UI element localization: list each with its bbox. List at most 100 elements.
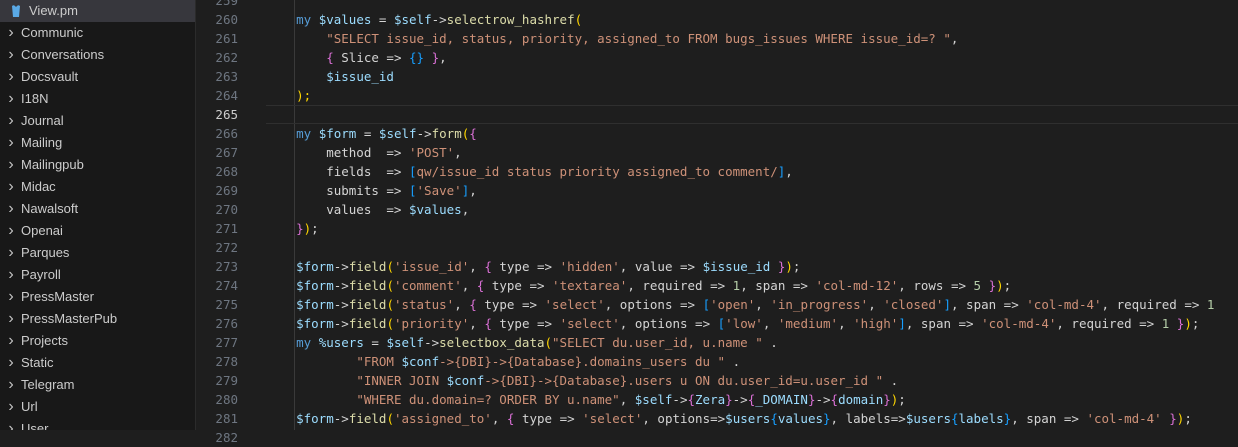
code-token: = bbox=[363, 335, 387, 350]
line-number: 261 bbox=[215, 31, 238, 46]
explorer-folder-item[interactable]: › User bbox=[0, 418, 195, 430]
code-line[interactable]: $form->field('priority', { type => 'sele… bbox=[266, 314, 1238, 333]
explorer-folder-item[interactable]: › Static bbox=[0, 352, 195, 374]
code-line[interactable]: "WHERE du.domain=? ORDER BY u.name", $se… bbox=[266, 390, 1238, 409]
code-token: 'status' bbox=[393, 297, 455, 312]
explorer-folder-item[interactable]: › PressMasterPub bbox=[0, 308, 195, 330]
code-token: , span => bbox=[951, 297, 1027, 312]
line-number: 260 bbox=[215, 12, 238, 27]
code-line[interactable]: $form->field('status', { type => 'select… bbox=[266, 295, 1238, 314]
explorer-folder-item[interactable]: › Parques bbox=[0, 242, 195, 264]
code-line[interactable]: $issue_id bbox=[266, 67, 1238, 86]
code-token: , value => bbox=[619, 259, 703, 274]
code-token: ) bbox=[785, 259, 793, 274]
code-token: , options => bbox=[619, 316, 718, 331]
code-line[interactable] bbox=[266, 238, 1238, 257]
code-token: } bbox=[431, 50, 440, 65]
explorer-item-label: Telegram bbox=[21, 377, 75, 392]
explorer-item-label: User bbox=[21, 421, 49, 430]
code-token: } bbox=[1169, 411, 1177, 426]
code-token: type => bbox=[484, 278, 553, 293]
explorer-folder-item[interactable]: › Mailingpub bbox=[0, 154, 195, 176]
code-line[interactable]: my %users = $self->selectbox_data("SELEC… bbox=[266, 333, 1238, 352]
explorer-folder-item[interactable]: › Docsvault bbox=[0, 66, 195, 88]
explorer-folder-item[interactable]: › Conversations bbox=[0, 44, 195, 66]
explorer-folder-item[interactable]: › Mailing bbox=[0, 132, 195, 154]
code-line[interactable]: submits => ['Save'], bbox=[266, 181, 1238, 200]
explorer-folder-item[interactable]: › Journal bbox=[0, 110, 195, 132]
code-token: my bbox=[296, 12, 312, 27]
code-line[interactable]: { Slice => {} }, bbox=[266, 48, 1238, 67]
code-line[interactable]: my $form = $self->form({ bbox=[266, 124, 1238, 143]
chevron-right-icon: › bbox=[8, 200, 14, 217]
code-token: ( bbox=[574, 12, 583, 27]
code-token: ; bbox=[1184, 411, 1192, 426]
code-token: 5 bbox=[973, 278, 982, 293]
code-line[interactable]: ); bbox=[266, 86, 1238, 105]
code-token: Slice => bbox=[333, 50, 410, 65]
code-token: { bbox=[770, 411, 778, 426]
explorer-folder-item[interactable]: › Telegram bbox=[0, 374, 195, 396]
code-token: } bbox=[883, 392, 891, 407]
explorer-item-label: Payroll bbox=[21, 267, 61, 282]
code-line[interactable]: values => $values, bbox=[266, 200, 1238, 219]
code-line[interactable]: $form->field('issue_id', { type => 'hidd… bbox=[266, 257, 1238, 276]
code-token: type => bbox=[491, 316, 560, 331]
code-token: = bbox=[371, 12, 394, 27]
code-token: $issue_id bbox=[326, 69, 394, 84]
explorer-folder-item[interactable]: › Communic bbox=[0, 22, 195, 44]
code-token: $self bbox=[393, 12, 432, 27]
code-line[interactable]: }); bbox=[266, 219, 1238, 238]
code-token: , bbox=[469, 316, 485, 331]
code-token: $form bbox=[296, 297, 334, 312]
code-line[interactable]: fields => [qw/issue_id status priority a… bbox=[266, 162, 1238, 181]
chevron-right-icon: › bbox=[8, 112, 14, 129]
line-number: 271 bbox=[215, 221, 238, 236]
code-line[interactable]: my $values = $self->selectrow_hashref( bbox=[266, 10, 1238, 29]
code-token: , span => bbox=[1011, 411, 1087, 426]
code-token: field bbox=[348, 411, 387, 426]
explorer-folder-item[interactable]: › I18N bbox=[0, 88, 195, 110]
code-line[interactable]: "FROM $conf->{DBI}->{Database}.domains_u… bbox=[266, 352, 1238, 371]
code-line[interactable]: "INNER JOIN $conf->{DBI}->{Database}.use… bbox=[266, 371, 1238, 390]
line-number: 272 bbox=[215, 240, 238, 255]
explorer-folder-item[interactable]: › Payroll bbox=[0, 264, 195, 286]
explorer-folder-item[interactable]: › Midac bbox=[0, 176, 195, 198]
explorer-item-label: Journal bbox=[21, 113, 64, 128]
code-token: . bbox=[762, 335, 778, 350]
code-token: { bbox=[469, 297, 477, 312]
code-line[interactable]: "SELECT issue_id, status, priority, assi… bbox=[266, 29, 1238, 48]
code-line[interactable] bbox=[266, 0, 1238, 10]
explorer-folder-item[interactable]: › PressMaster bbox=[0, 286, 195, 308]
code-token: 'open' bbox=[710, 297, 756, 312]
perl-file-icon bbox=[12, 5, 20, 17]
line-number: 278 bbox=[215, 354, 238, 369]
code-token: "FROM bbox=[356, 354, 402, 369]
explorer-folder-item[interactable]: › Projects bbox=[0, 330, 195, 352]
code-token: 'priority' bbox=[393, 316, 470, 331]
explorer-folder-item[interactable]: › Nawalsoft bbox=[0, 198, 195, 220]
code-token: field bbox=[348, 316, 387, 331]
code-token: $users bbox=[905, 411, 951, 426]
code-line[interactable]: method => 'POST', bbox=[266, 143, 1238, 162]
explorer-folder-item[interactable]: › Openai bbox=[0, 220, 195, 242]
code-line[interactable] bbox=[266, 105, 1238, 124]
code-token: } bbox=[296, 221, 304, 236]
explorer-file-item[interactable]: View.pm bbox=[0, 0, 195, 22]
code-line[interactable]: $form->field('assigned_to', { type => 's… bbox=[266, 409, 1238, 428]
explorer-folder-item[interactable]: › Url bbox=[0, 396, 195, 418]
code-token: , rows => bbox=[898, 278, 974, 293]
code-token: , bbox=[454, 297, 470, 312]
code-editor[interactable]: my $values = $self->selectrow_hashref( "… bbox=[266, 0, 1238, 430]
code-line[interactable]: $form->field('comment', { type => 'texta… bbox=[266, 276, 1238, 295]
line-number: 282 bbox=[215, 430, 238, 445]
chevron-right-icon: › bbox=[8, 376, 14, 393]
code-token: $self bbox=[378, 126, 417, 141]
